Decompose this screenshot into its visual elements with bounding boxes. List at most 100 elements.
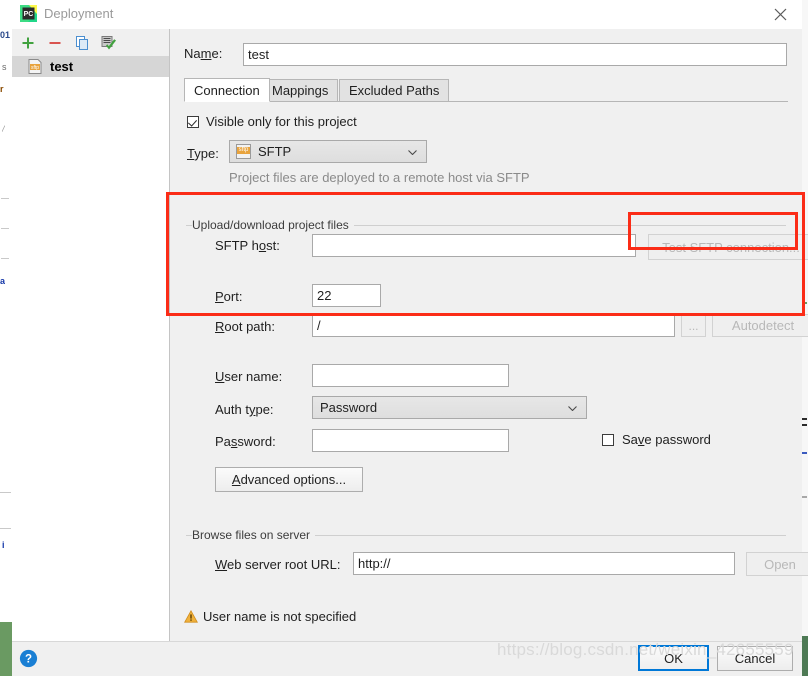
marker-tick xyxy=(802,424,807,426)
copy-icon xyxy=(75,35,88,50)
auth-type-value: Password xyxy=(320,400,378,415)
svg-text:sftp: sftp xyxy=(31,65,39,71)
screenshot-root: 01 s r / a i PC Deployment sftp test Nam… xyxy=(0,0,808,676)
save-password-label: Save password xyxy=(622,432,711,447)
root-path-browse-button[interactable]: ... xyxy=(681,314,706,337)
validation-message: User name is not specified xyxy=(203,609,357,624)
chevron-down-icon xyxy=(408,149,417,155)
auth-type-select[interactable]: Password xyxy=(312,396,587,419)
browse-group-title: Browse files on server xyxy=(192,528,316,542)
marker-tick xyxy=(802,302,807,304)
tab-connection[interactable]: Connection xyxy=(184,78,270,102)
ghost-text: 01 xyxy=(0,30,11,40)
cancel-label: Cancel xyxy=(734,651,776,666)
open-button[interactable]: Open xyxy=(746,552,808,576)
use-as-default-button[interactable] xyxy=(99,33,119,53)
auth-type-label: Auth type: xyxy=(215,402,274,417)
save-password-checkbox[interactable] xyxy=(602,433,614,446)
list-item[interactable]: sftp test xyxy=(12,56,169,77)
autodetect-label: Autodetect xyxy=(731,318,795,333)
ghost-rule xyxy=(1,258,9,259)
visible-only-checkbox-row[interactable]: Visible only for this project xyxy=(187,114,357,129)
dialog-titlebar: PC Deployment xyxy=(12,0,802,29)
port-input[interactable] xyxy=(312,284,381,307)
ide-status-accent xyxy=(0,622,12,676)
ghost-rule xyxy=(1,198,9,199)
dialog-title: Deployment xyxy=(44,6,114,21)
marker-tick xyxy=(802,452,807,454)
port-label: Port: xyxy=(215,289,243,304)
ghost-text: a xyxy=(0,276,6,286)
copy-button[interactable] xyxy=(72,33,92,53)
tab-mappings[interactable]: Mappings xyxy=(262,79,339,102)
ghost-rule xyxy=(1,228,9,229)
name-label: Name: xyxy=(184,46,223,61)
ghost-text: / xyxy=(2,124,5,134)
checkmark-icon xyxy=(101,35,116,49)
user-name-input[interactable] xyxy=(312,364,509,387)
list-toolbar xyxy=(12,29,169,56)
help-circle-icon[interactable]: ? xyxy=(19,649,38,668)
add-button[interactable] xyxy=(18,33,38,53)
test-sftp-connection-button[interactable]: Test SFTP connection... xyxy=(648,234,808,260)
ghost-text: s xyxy=(2,62,7,72)
connection-settings-panel: Name: Connection Mappings Excluded Paths xyxy=(170,29,808,641)
minus-icon xyxy=(49,42,61,44)
advanced-options-button[interactable]: Advanced options... xyxy=(215,467,363,492)
ghost-text: r xyxy=(0,84,4,94)
list-item-label: test xyxy=(50,59,74,74)
save-password-checkbox-row[interactable]: Save password xyxy=(602,432,711,447)
sftp-host-label: SFTP host: xyxy=(215,238,280,253)
svg-text:?: ? xyxy=(25,654,32,666)
root-path-label: Root path: xyxy=(215,319,275,334)
pycharm-icon: PC xyxy=(20,5,37,22)
close-icon[interactable] xyxy=(758,0,802,29)
settings-tabs: Connection Mappings Excluded Paths xyxy=(184,78,788,102)
sftp-host-input[interactable] xyxy=(312,234,636,257)
root-path-input[interactable] xyxy=(312,314,675,337)
type-select[interactable]: SFTP xyxy=(229,140,427,163)
ok-button[interactable]: OK xyxy=(638,645,709,671)
web-url-label: Web server root URL: xyxy=(215,557,341,572)
web-url-input[interactable] xyxy=(353,552,735,575)
tab-label: Mappings xyxy=(272,83,329,98)
tab-label: Connection xyxy=(194,82,260,98)
visible-only-checkbox[interactable] xyxy=(187,115,199,128)
ide-bottom-accent xyxy=(802,636,808,676)
advanced-options-label: Advanced options... xyxy=(231,472,347,487)
plus-icon xyxy=(22,37,34,49)
svg-text:PC: PC xyxy=(24,11,34,18)
validation-status-row: User name is not specified xyxy=(170,600,802,634)
warning-triangle-icon xyxy=(184,609,198,623)
visible-only-label: Visible only for this project xyxy=(206,114,357,129)
password-input[interactable] xyxy=(312,429,509,452)
marker-tick xyxy=(802,496,807,498)
name-input[interactable] xyxy=(243,43,787,66)
sftp-icon: sftp xyxy=(28,59,44,74)
type-hint: Project files are deployed to a remote h… xyxy=(229,170,530,185)
dialog-footer: ? OK Cancel xyxy=(12,641,802,676)
upload-group-title: Upload/download project files xyxy=(192,218,354,232)
password-label: Password: xyxy=(215,434,276,449)
connection-tab-body: Visible only for this project Type: SFTP… xyxy=(184,102,808,622)
type-label: Type: xyxy=(187,146,219,161)
tab-excluded-paths[interactable]: Excluded Paths xyxy=(339,79,450,102)
sftp-icon xyxy=(236,144,251,159)
tab-label: Excluded Paths xyxy=(349,83,440,98)
chevron-down-icon xyxy=(568,405,577,411)
user-name-label: User name: xyxy=(215,369,283,384)
root-path-browse-label: ... xyxy=(688,318,699,333)
ghost-rule xyxy=(0,492,11,493)
ok-label: OK xyxy=(664,650,683,666)
open-label: Open xyxy=(764,556,796,572)
autodetect-button[interactable]: Autodetect xyxy=(712,314,808,337)
remove-button[interactable] xyxy=(45,33,65,53)
deployment-dialog: PC Deployment sftp test Name: test Conne… xyxy=(12,0,808,676)
cancel-button[interactable]: Cancel xyxy=(717,646,793,671)
test-sftp-connection-label: Test SFTP connection... xyxy=(662,239,800,255)
marker-tick xyxy=(802,418,807,420)
ghost-rule xyxy=(0,528,11,529)
type-value: SFTP xyxy=(258,144,292,159)
ghost-text: i xyxy=(2,540,5,550)
deployment-list-panel: sftp test xyxy=(12,29,170,641)
